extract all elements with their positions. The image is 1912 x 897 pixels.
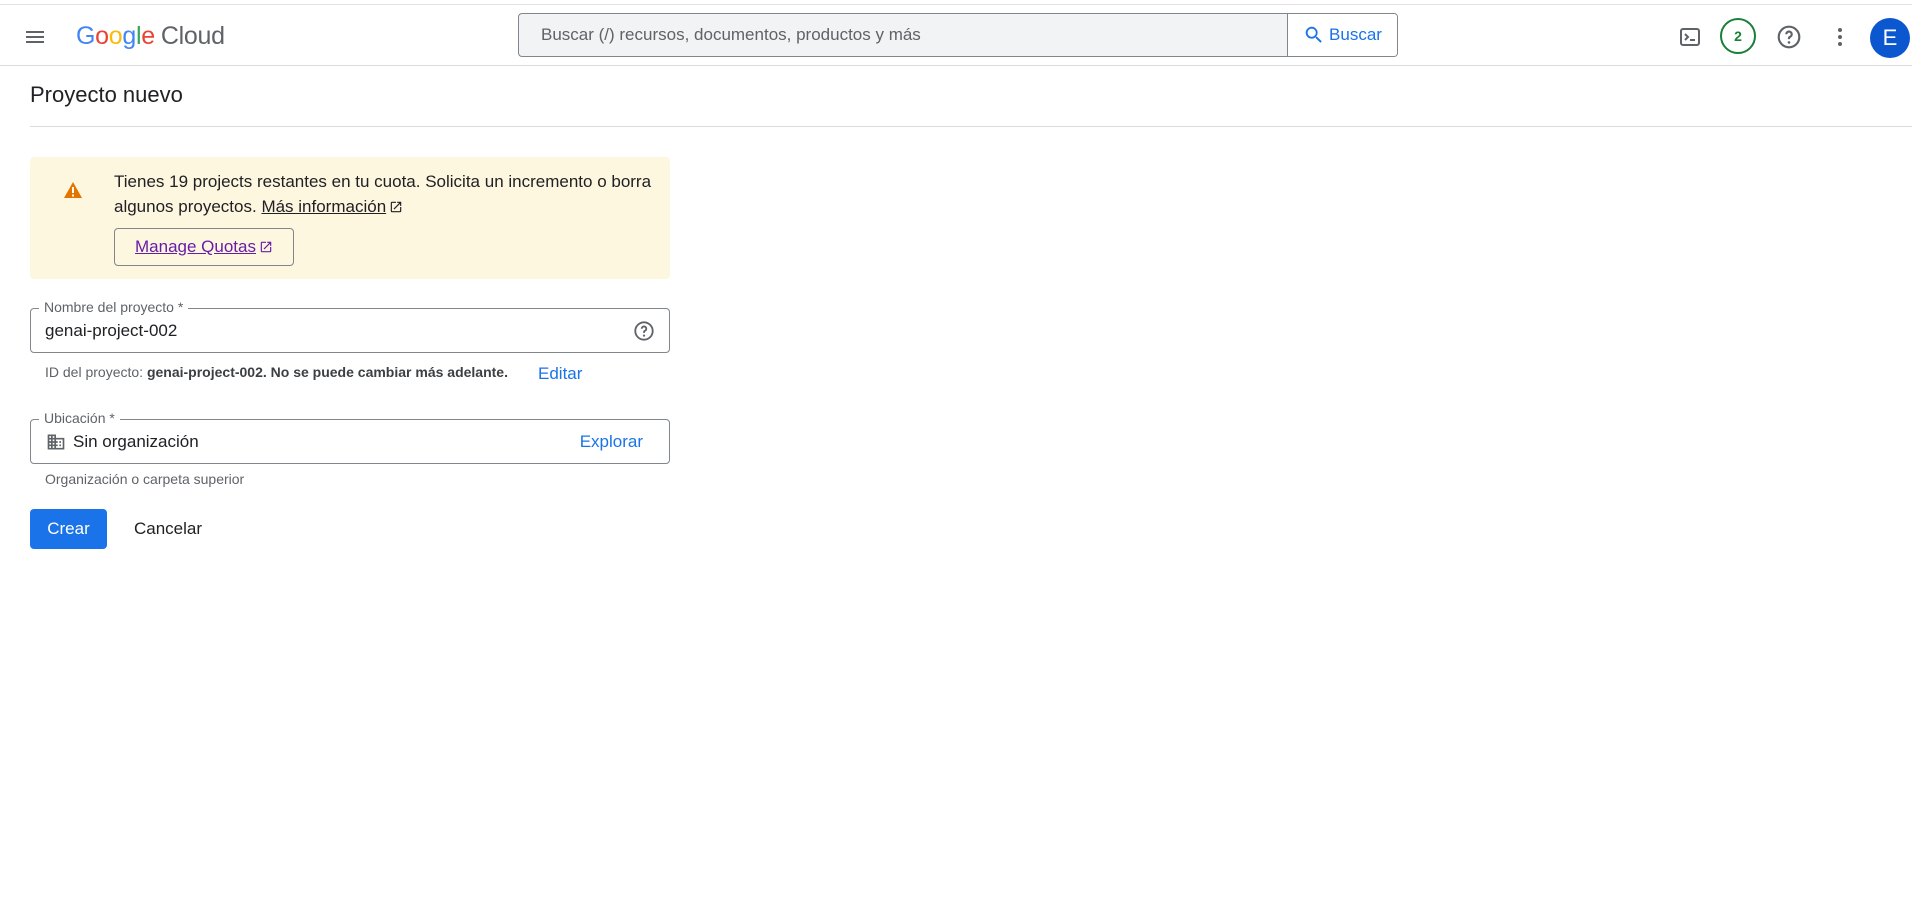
browse-button[interactable]: Explorar <box>580 432 643 452</box>
project-name-field[interactable]: Nombre del proyecto * genai-project-002 <box>30 299 670 353</box>
create-button[interactable]: Crear <box>30 509 107 549</box>
edit-project-id-button[interactable]: Editar <box>538 364 582 384</box>
location-value: Sin organización <box>73 431 199 451</box>
warning-icon <box>64 182 82 198</box>
organization-icon <box>47 434 65 450</box>
cloud-shell-button[interactable] <box>1672 19 1708 55</box>
page-title: Proyecto nuevo <box>30 82 183 107</box>
external-link-icon <box>260 241 272 253</box>
search-icon <box>1305 26 1322 43</box>
more-vert-icon <box>1838 28 1842 46</box>
search-button-label: Buscar <box>1329 25 1382 44</box>
notifications-badge[interactable]: 2 <box>1720 18 1756 54</box>
external-link-icon <box>390 201 402 213</box>
project-id-hint: ID del proyecto: genai-project-002. No s… <box>45 364 508 380</box>
quota-warning-text: Tienes 19 projects restantes en tu cuota… <box>114 169 654 219</box>
search-bar: Buscar <box>518 13 1398 57</box>
logo-letter: g <box>122 21 136 50</box>
google-cloud-logo[interactable]: Google Cloud <box>76 19 225 53</box>
more-options-button[interactable] <box>1822 19 1858 55</box>
location-hint: Organización o carpeta superior <box>45 471 245 487</box>
learn-more-link[interactable]: Más información <box>261 197 386 216</box>
project-name-value[interactable]: genai-project-002 <box>45 309 177 352</box>
cloud-wordmark: Cloud <box>160 21 225 50</box>
quota-warning-banner: Tienes 19 projects restantes en tu cuota… <box>30 157 670 279</box>
help-button[interactable] <box>1771 19 1807 55</box>
search-button[interactable]: Buscar <box>1287 14 1397 56</box>
cloud-shell-icon <box>1680 28 1700 46</box>
top-bar: Google Cloud Buscar 2 E <box>0 4 1912 66</box>
learn-more-label: Más información <box>261 197 387 216</box>
help-icon <box>1777 25 1801 49</box>
project-id-value: genai-project-002. No se puede cambiar m… <box>146 364 508 380</box>
logo-letter: o <box>108 21 123 50</box>
manage-quotas-button[interactable]: Manage Quotas <box>114 228 294 266</box>
cancel-button[interactable]: Cancelar <box>118 509 218 549</box>
main-menu-button[interactable] <box>18 20 52 54</box>
project-id-hint-prefix: ID del proyecto: <box>45 364 144 380</box>
menu-icon <box>26 31 44 43</box>
header-divider <box>30 126 1912 127</box>
logo-letter: G <box>76 21 96 50</box>
account-avatar[interactable]: E <box>1870 18 1910 58</box>
help-icon[interactable] <box>633 320 655 342</box>
location-field[interactable]: Ubicación * Sin organización Explorar <box>30 410 670 464</box>
logo-letter: o <box>95 21 109 50</box>
google-wordmark: Google <box>76 22 155 51</box>
manage-quotas-label: Manage Quotas <box>135 237 256 256</box>
logo-letter: e <box>141 21 155 50</box>
search-input[interactable] <box>519 14 1287 56</box>
